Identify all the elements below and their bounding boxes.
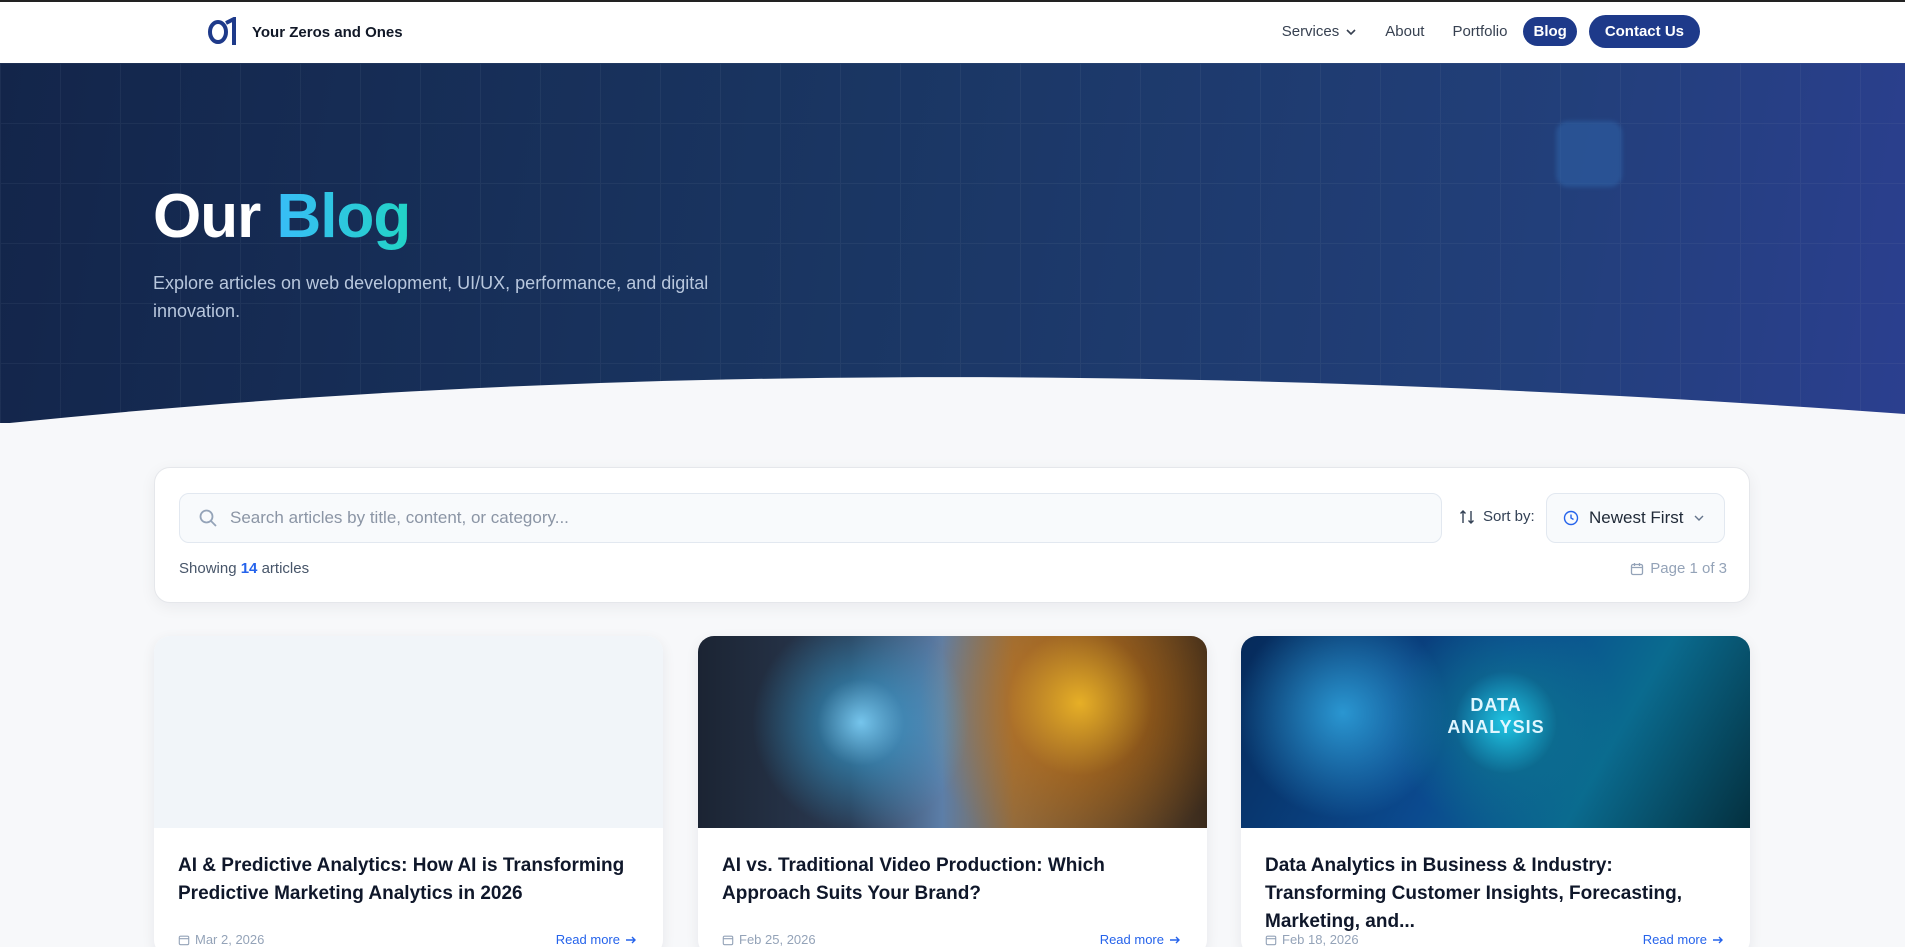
title-plain: Our — [153, 182, 261, 251]
card-title[interactable]: AI vs. Traditional Video Production: Whi… — [722, 852, 1182, 908]
search-icon — [199, 509, 217, 527]
card-date: Feb 18, 2026 — [1265, 932, 1359, 947]
calendar-icon — [1631, 562, 1644, 575]
page-title: Our Blog — [153, 181, 411, 252]
read-more-link[interactable]: Read more — [1643, 932, 1724, 947]
search-panel: Sort by: Newest First Showing 14 article… — [154, 467, 1750, 603]
nav-portfolio[interactable]: Portfolio — [1452, 23, 1507, 40]
title-accent: Blog — [276, 182, 411, 251]
sort-select[interactable]: Newest First — [1546, 493, 1725, 543]
sort-arrows-icon — [1460, 509, 1474, 524]
arrow-right-icon — [626, 936, 636, 943]
card-date-text: Feb 18, 2026 — [1282, 932, 1359, 947]
hero-wave-divider — [9, 377, 1905, 423]
card-title[interactable]: Data Analytics in Business & Industry: T… — [1265, 852, 1725, 936]
card-date-text: Mar 2, 2026 — [195, 932, 265, 947]
card-image-text: DATA ANALYSIS — [1447, 695, 1545, 737]
search-box — [179, 493, 1442, 543]
nav-blog[interactable]: Blog — [1523, 17, 1577, 46]
hero-subtitle: Explore articles on web development, UI/… — [153, 273, 709, 321]
sort-value: Newest First — [1589, 508, 1684, 527]
page-info-text: Page 1 of 3 — [1650, 560, 1727, 577]
search-input[interactable] — [230, 508, 1410, 528]
card-title[interactable]: AI & Predictive Analytics: How AI is Tra… — [178, 852, 638, 908]
chevron-down-icon — [1694, 515, 1704, 521]
showing-suffix: articles — [261, 560, 310, 577]
blog-card[interactable]: AI vs. Traditional Video Production: Whi… — [698, 636, 1207, 947]
brand-name: Your Zeros and Ones — [252, 23, 403, 41]
results-count: Showing 14 articles — [179, 560, 309, 577]
calendar-icon — [722, 935, 734, 945]
blog-card[interactable]: AI & Predictive Analytics: How AI is Tra… — [154, 636, 663, 947]
page-info: Page 1 of 3 — [1630, 560, 1727, 577]
chevron-down-icon — [1346, 28, 1356, 35]
calendar-icon — [178, 935, 190, 945]
sort-label-text: Sort by: — [1483, 508, 1535, 525]
arrow-right-icon — [1713, 936, 1723, 943]
read-more-label: Read more — [1642, 932, 1707, 947]
card-date: Feb 25, 2026 — [722, 932, 816, 947]
clock-icon — [1563, 510, 1579, 526]
nav-about[interactable]: About — [1385, 23, 1424, 40]
brand-link[interactable]: Your Zeros and Ones — [206, 17, 403, 47]
calendar-icon — [1265, 935, 1277, 945]
nav-services-label: Services — [1281, 23, 1340, 40]
blog-card[interactable]: DATA ANALYSIS Data Analytics in Business… — [1241, 636, 1750, 947]
arrow-right-icon — [1170, 936, 1180, 943]
card-date: Mar 2, 2026 — [178, 932, 264, 947]
read-more-label: Read more — [1099, 932, 1164, 947]
card-date-text: Feb 25, 2026 — [739, 932, 816, 947]
main-menu: Services About Portfolio Blog Contact Us — [1282, 15, 1700, 48]
contact-us-button[interactable]: Contact Us — [1588, 15, 1700, 48]
card-image-placeholder — [154, 636, 663, 828]
card-image-video-production — [698, 636, 1207, 828]
showing-count: 14 — [240, 560, 258, 577]
brand-logo-icon — [208, 17, 236, 45]
showing-prefix: Showing — [179, 560, 237, 577]
nav-services[interactable]: Services — [1282, 23, 1358, 40]
read-more-label: Read more — [555, 932, 620, 947]
sort-label: Sort by: — [1459, 508, 1535, 525]
read-more-link[interactable]: Read more — [556, 932, 637, 947]
hero-banner: Our Blog Explore articles on web develop… — [0, 63, 1905, 423]
hero-glow-shape — [1556, 121, 1622, 187]
top-navbar: Your Zeros and Ones Services About Portf… — [0, 0, 1905, 63]
read-more-link[interactable]: Read more — [1100, 932, 1181, 947]
